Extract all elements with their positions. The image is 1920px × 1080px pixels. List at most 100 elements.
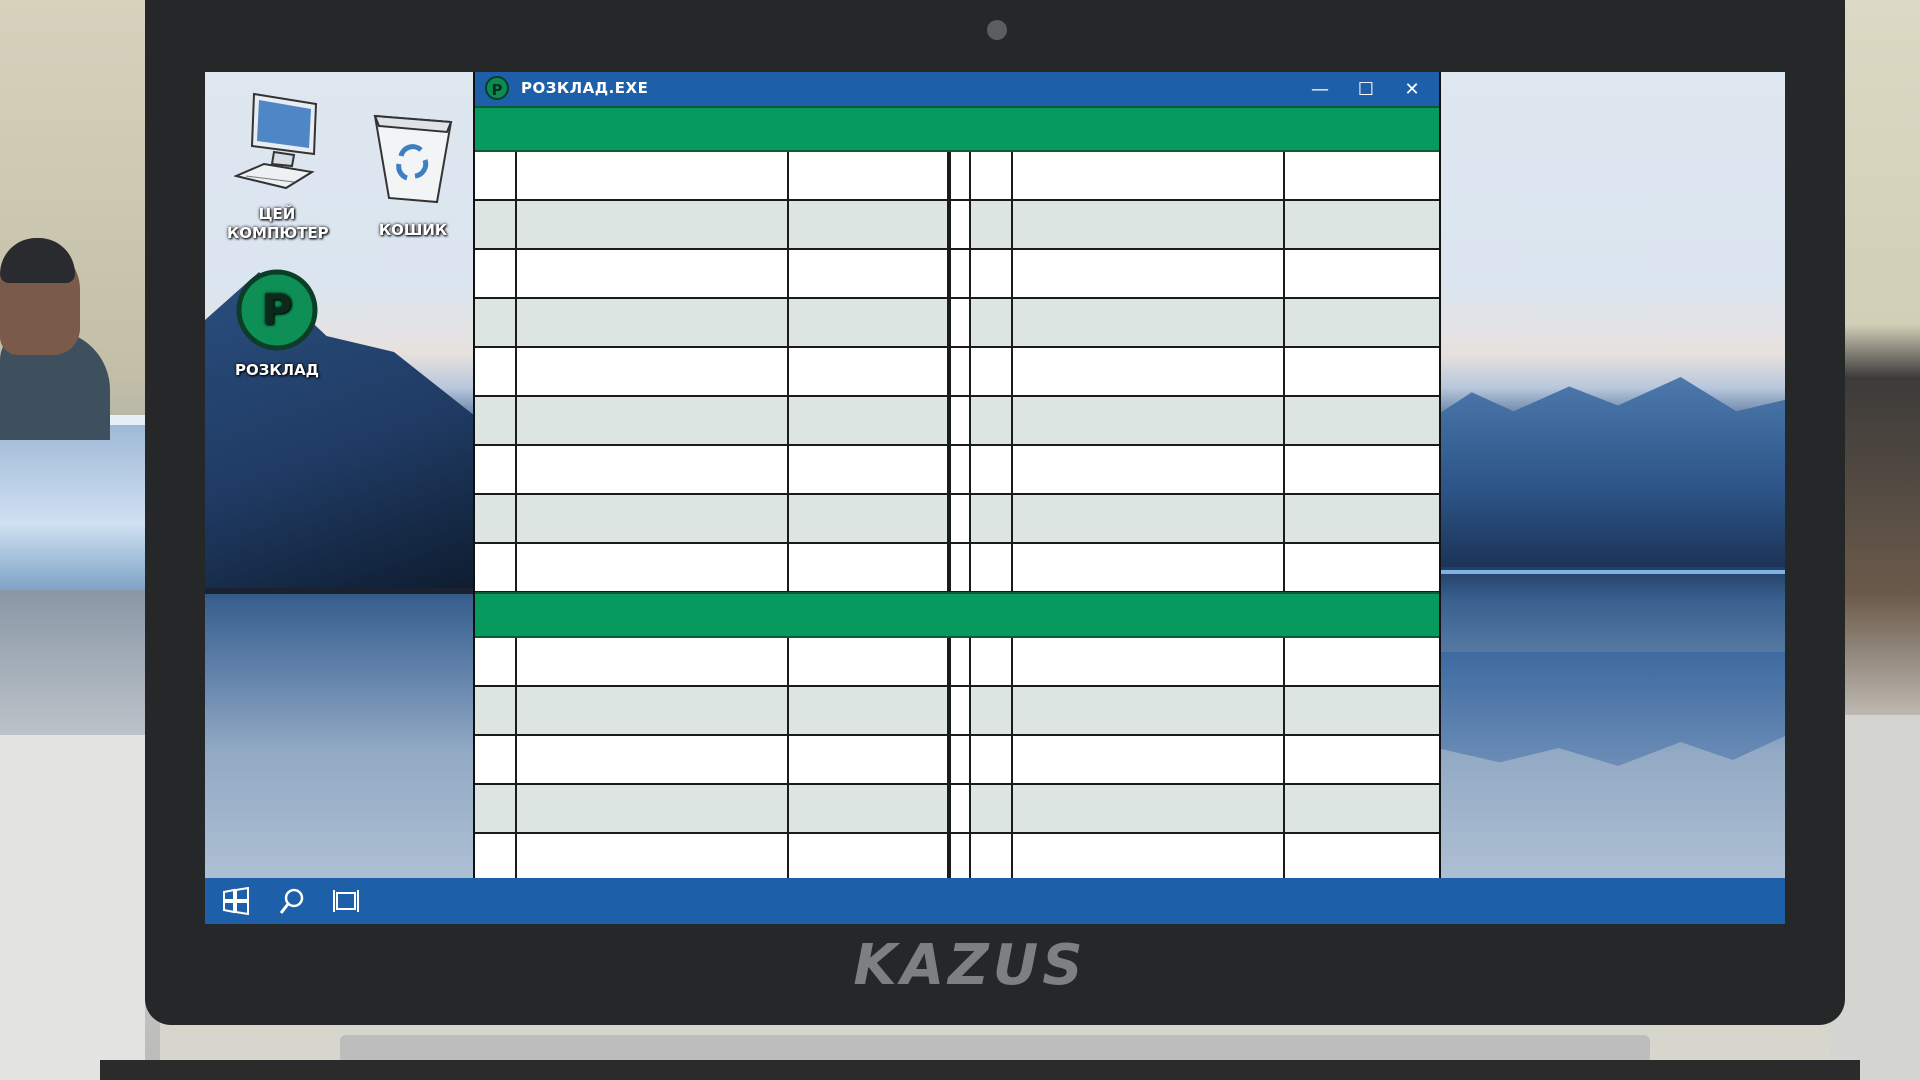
cell-subject[interactable] — [517, 544, 789, 591]
cell-room[interactable] — [1285, 687, 1439, 734]
cell-number[interactable] — [971, 299, 1013, 346]
cell-subject[interactable] — [517, 446, 789, 493]
cell-subject[interactable] — [1013, 544, 1285, 591]
cell-subject[interactable] — [517, 495, 789, 542]
cell-room[interactable] — [1285, 495, 1439, 542]
cell-number[interactable] — [971, 397, 1013, 444]
start-icon[interactable] — [221, 886, 251, 916]
cell-number[interactable] — [475, 495, 517, 542]
cell-subject[interactable] — [517, 348, 789, 395]
cell-subject[interactable] — [1013, 201, 1285, 248]
cell-subject[interactable] — [517, 397, 789, 444]
cell-number[interactable] — [971, 687, 1013, 734]
cell-subject[interactable] — [1013, 785, 1285, 832]
cell-number[interactable] — [475, 250, 517, 297]
cell-room[interactable] — [1285, 397, 1439, 444]
cell-room[interactable] — [1285, 638, 1439, 685]
cell-subject[interactable] — [517, 638, 789, 685]
cell-number[interactable] — [971, 348, 1013, 395]
section-header-1 — [475, 106, 1439, 152]
cell-subject[interactable] — [517, 834, 789, 881]
cell-room[interactable] — [789, 397, 949, 444]
table-row — [475, 687, 1439, 736]
minimize-button[interactable]: — — [1297, 72, 1343, 106]
cell-room[interactable] — [789, 834, 949, 881]
cell-room[interactable] — [789, 299, 949, 346]
cell-room[interactable] — [789, 638, 949, 685]
schedule-window[interactable]: P РОЗКЛАД.EXE — ☐ ✕ — [473, 72, 1441, 883]
cell-number[interactable] — [971, 495, 1013, 542]
cell-subject[interactable] — [1013, 687, 1285, 734]
close-button[interactable]: ✕ — [1389, 72, 1435, 106]
cell-room[interactable] — [789, 152, 949, 199]
cell-room[interactable] — [789, 201, 949, 248]
cell-number[interactable] — [971, 544, 1013, 591]
cell-number[interactable] — [475, 544, 517, 591]
cell-subject[interactable] — [517, 299, 789, 346]
cell-number[interactable] — [475, 397, 517, 444]
cell-subject[interactable] — [517, 736, 789, 783]
cell-number[interactable] — [475, 446, 517, 493]
column-divider — [949, 736, 971, 783]
desktop-icon-schedule-app[interactable]: P РОЗКЛАД — [227, 268, 327, 380]
cell-room[interactable] — [789, 736, 949, 783]
cell-number[interactable] — [475, 299, 517, 346]
cell-subject[interactable] — [1013, 736, 1285, 783]
cell-room[interactable] — [1285, 446, 1439, 493]
cell-number[interactable] — [475, 201, 517, 248]
cell-number[interactable] — [475, 638, 517, 685]
desktop-icon-this-pc[interactable]: ЦЕЙ КОМПЮТЕР — [227, 92, 329, 243]
cell-room[interactable] — [1285, 785, 1439, 832]
cell-number[interactable] — [971, 736, 1013, 783]
recycle-bin-icon — [373, 114, 453, 204]
cell-room[interactable] — [789, 250, 949, 297]
cell-number[interactable] — [475, 687, 517, 734]
cell-room[interactable] — [1285, 736, 1439, 783]
cell-number[interactable] — [475, 152, 517, 199]
cell-room[interactable] — [789, 785, 949, 832]
cell-number[interactable] — [971, 446, 1013, 493]
cell-room[interactable] — [789, 348, 949, 395]
cell-subject[interactable] — [1013, 152, 1285, 199]
search-icon[interactable] — [277, 886, 307, 916]
cell-room[interactable] — [1285, 299, 1439, 346]
window-titlebar[interactable]: P РОЗКЛАД.EXE — ☐ ✕ — [475, 72, 1439, 106]
cell-subject[interactable] — [517, 201, 789, 248]
cell-room[interactable] — [1285, 250, 1439, 297]
desktop-icon-recycle-bin[interactable]: КОШИК — [363, 112, 463, 240]
cell-room[interactable] — [1285, 201, 1439, 248]
cell-subject[interactable] — [517, 687, 789, 734]
cell-subject[interactable] — [1013, 348, 1285, 395]
cell-subject[interactable] — [1013, 299, 1285, 346]
column-divider — [949, 687, 971, 734]
cell-number[interactable] — [475, 834, 517, 881]
cell-subject[interactable] — [1013, 495, 1285, 542]
cell-number[interactable] — [971, 834, 1013, 881]
cell-number[interactable] — [971, 638, 1013, 685]
cell-number[interactable] — [971, 785, 1013, 832]
cell-number[interactable] — [475, 736, 517, 783]
cell-room[interactable] — [1285, 834, 1439, 881]
cell-room[interactable] — [789, 687, 949, 734]
cell-subject[interactable] — [1013, 638, 1285, 685]
cell-room[interactable] — [1285, 152, 1439, 199]
cell-subject[interactable] — [517, 152, 789, 199]
cell-number[interactable] — [971, 201, 1013, 248]
cell-room[interactable] — [789, 495, 949, 542]
cell-subject[interactable] — [517, 250, 789, 297]
cell-subject[interactable] — [1013, 250, 1285, 297]
cell-number[interactable] — [475, 785, 517, 832]
cell-room[interactable] — [1285, 544, 1439, 591]
cell-room[interactable] — [789, 446, 949, 493]
cell-room[interactable] — [1285, 348, 1439, 395]
cell-subject[interactable] — [1013, 446, 1285, 493]
cell-subject[interactable] — [517, 785, 789, 832]
task-view-icon[interactable] — [333, 886, 363, 916]
cell-room[interactable] — [789, 544, 949, 591]
cell-subject[interactable] — [1013, 397, 1285, 444]
cell-number[interactable] — [475, 348, 517, 395]
cell-subject[interactable] — [1013, 834, 1285, 881]
cell-number[interactable] — [971, 152, 1013, 199]
cell-number[interactable] — [971, 250, 1013, 297]
maximize-button[interactable]: ☐ — [1343, 72, 1389, 106]
